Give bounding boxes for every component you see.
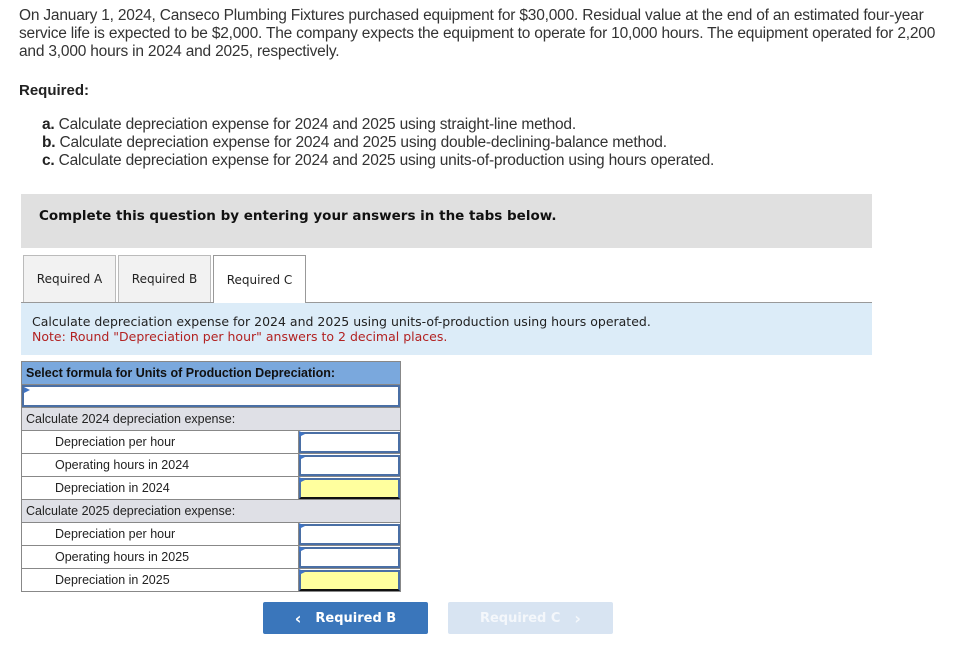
prev-required-b-button[interactable]: ‹ Required B — [263, 602, 428, 634]
prev-button-label: Required B — [315, 610, 397, 626]
input-marker-icon — [299, 546, 305, 552]
required-heading: Required: — [19, 82, 90, 99]
answer-grid: Select formula for Units of Production D… — [21, 361, 401, 592]
formula-row — [22, 385, 400, 408]
operating-hours-2025-input[interactable] — [299, 547, 400, 568]
depreciation-2025-input[interactable] — [299, 570, 400, 591]
rounding-note: Note: Round "Depreciation per hour" answ… — [32, 329, 448, 344]
table-row: Depreciation per hour — [22, 431, 400, 454]
chevron-right-icon: › — [574, 608, 582, 628]
panel-description: Calculate depreciation expense for 2024 … — [32, 314, 651, 329]
requirement-item: c. Calculate depreciation expense for 20… — [42, 152, 715, 169]
chevron-left-icon: ‹ — [294, 608, 302, 628]
problem-statement: On January 1, 2024, Canseco Plumbing Fix… — [19, 7, 936, 60]
input-marker-icon — [299, 454, 305, 460]
row-label: Depreciation in 2024 — [22, 477, 299, 499]
requirement-item: b. Calculate depreciation expense for 20… — [42, 134, 667, 151]
table-row: Operating hours in 2025 — [22, 546, 400, 569]
row-label: Depreciation per hour — [22, 523, 299, 545]
panel-instructions: Calculate depreciation expense for 2024 … — [21, 303, 872, 355]
input-marker-icon — [299, 431, 305, 437]
depreciation-2024-input[interactable] — [299, 478, 400, 499]
input-marker-icon — [24, 387, 30, 393]
table-row: Depreciation per hour — [22, 523, 400, 546]
operating-hours-2024-input[interactable] — [299, 455, 400, 476]
tab-bar: Required A Required B Required C — [21, 255, 872, 303]
row-label: Operating hours in 2024 — [22, 454, 299, 476]
grid-header: Select formula for Units of Production D… — [22, 362, 400, 385]
table-row: Depreciation in 2024 — [22, 477, 400, 500]
input-marker-icon — [299, 523, 305, 529]
table-row: Operating hours in 2024 — [22, 454, 400, 477]
section-2025-title: Calculate 2025 depreciation expense: — [22, 500, 400, 523]
next-button-label: Required C — [479, 610, 561, 626]
next-required-c-button[interactable]: Required C › — [448, 602, 613, 634]
depreciation-per-hour-2024-input[interactable] — [299, 432, 400, 453]
row-label: Depreciation in 2025 — [22, 569, 299, 591]
instruction-text: Complete this question by entering your … — [39, 208, 557, 224]
row-label: Depreciation per hour — [22, 431, 299, 453]
table-row: Depreciation in 2025 — [22, 569, 400, 591]
input-marker-icon — [299, 477, 305, 483]
formula-select-input[interactable] — [22, 385, 400, 407]
tab-required-b[interactable]: Required B — [118, 255, 211, 302]
requirement-item: a. Calculate depreciation expense for 20… — [42, 116, 576, 133]
instruction-banner: Complete this question by entering your … — [21, 194, 872, 248]
tab-required-c[interactable]: Required C — [213, 255, 306, 303]
tab-required-a[interactable]: Required A — [23, 255, 116, 302]
section-2024-title: Calculate 2024 depreciation expense: — [22, 408, 400, 431]
requirements-list: a. Calculate depreciation expense for 20… — [42, 116, 714, 170]
depreciation-per-hour-2025-input[interactable] — [299, 524, 400, 545]
row-label: Operating hours in 2025 — [22, 546, 299, 568]
input-marker-icon — [299, 569, 305, 575]
